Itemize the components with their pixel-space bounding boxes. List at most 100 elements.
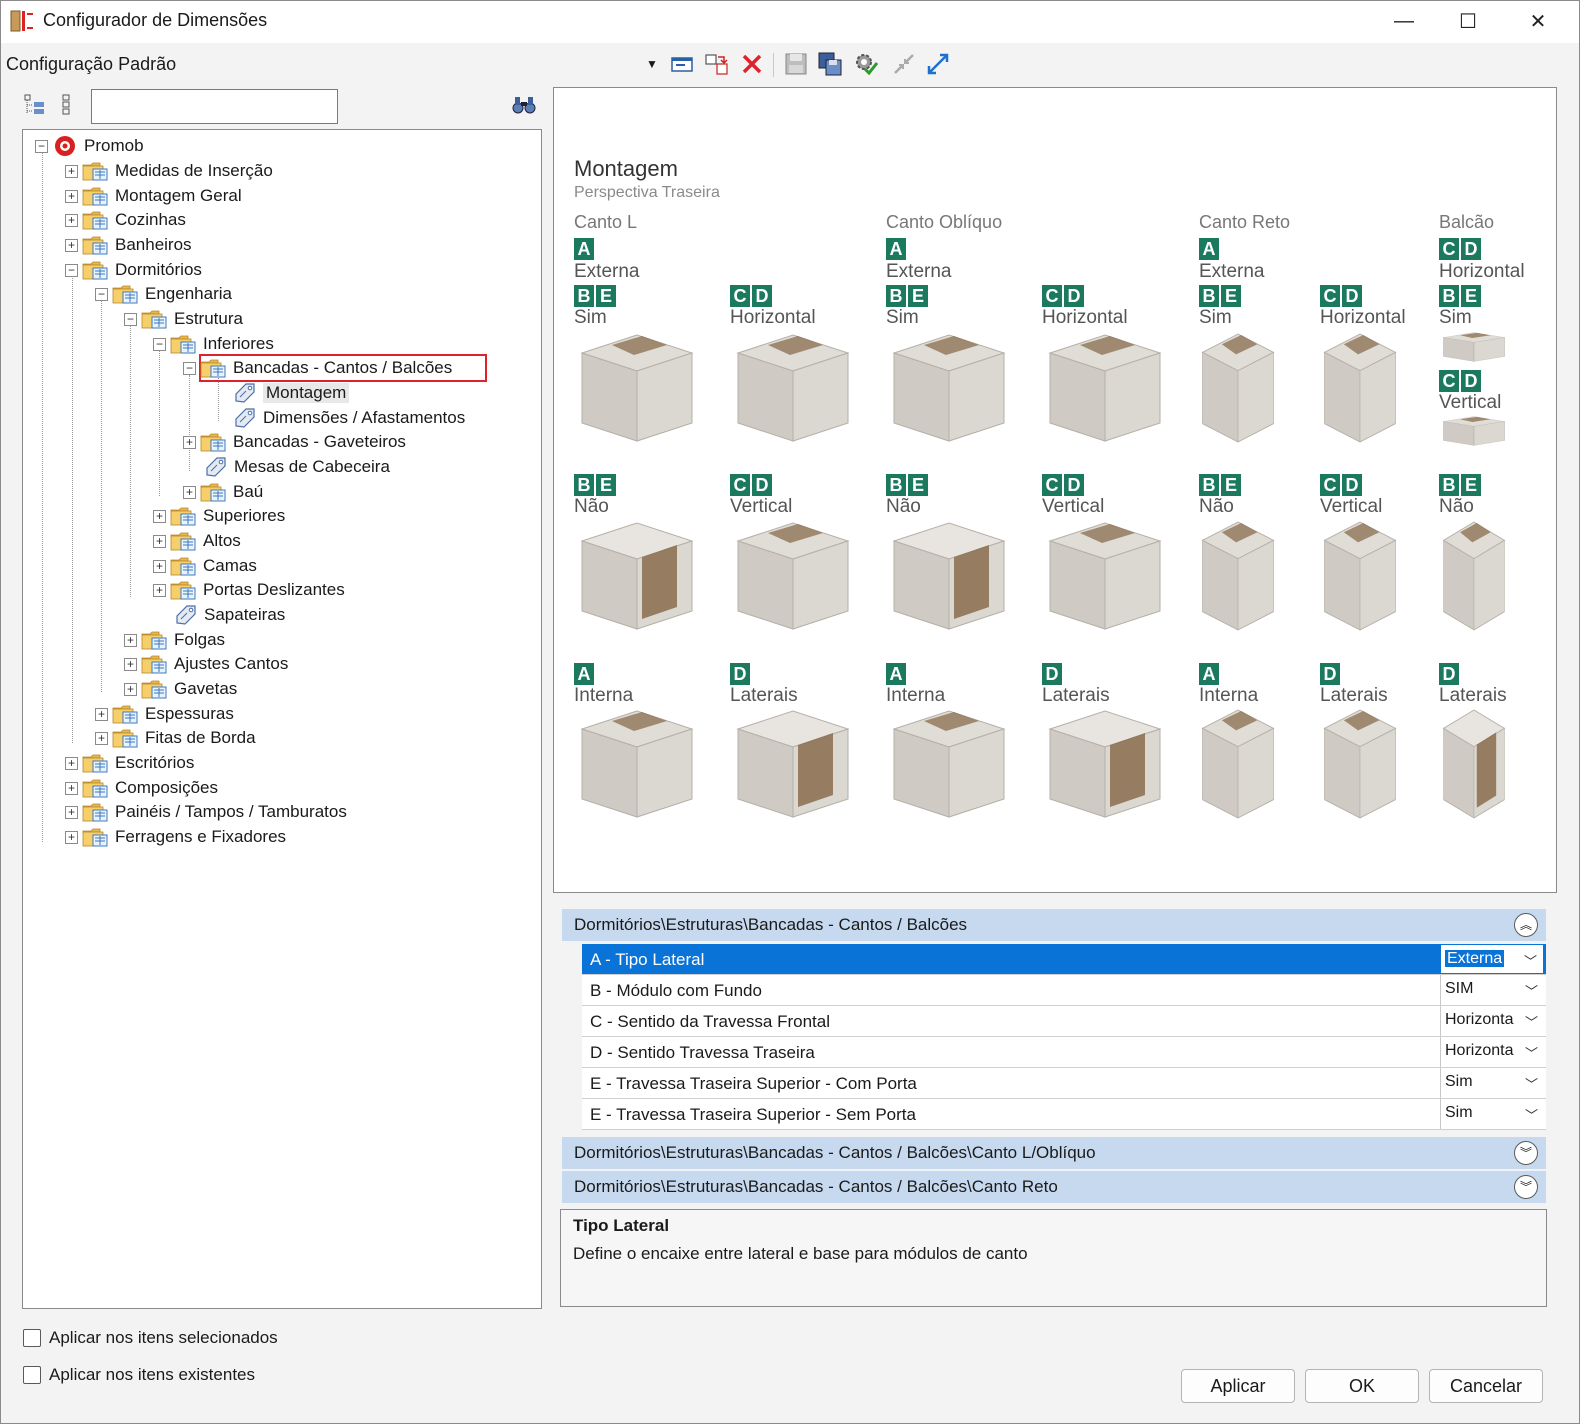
tree-item-dimensoes-afastamentos[interactable]: Dimensões / Afastamentos bbox=[233, 406, 465, 430]
delete-icon[interactable] bbox=[739, 51, 765, 77]
chevron-down-icon[interactable]: ﹀ bbox=[1525, 1105, 1538, 1124]
close-button[interactable]: ✕ bbox=[1503, 1, 1573, 41]
collapse-toggle[interactable]: − bbox=[153, 337, 166, 351]
property-value-dropdown[interactable]: Horizonta ﹀ bbox=[1440, 1006, 1544, 1036]
chevron-down-icon[interactable]: ▼ bbox=[646, 57, 658, 71]
tree-item-inferiores[interactable]: − Inferiores bbox=[153, 332, 274, 356]
apply-existing-checkbox[interactable]: Aplicar nos itens existentes bbox=[23, 1365, 255, 1385]
expand-toggle[interactable]: + bbox=[65, 213, 78, 227]
window-icon[interactable] bbox=[669, 51, 695, 77]
expand-toggle[interactable]: + bbox=[153, 509, 166, 523]
property-group-header[interactable]: Dormitórios\Estruturas\Bancadas - Cantos… bbox=[562, 1171, 1546, 1203]
tree-item-fitas-borda[interactable]: + Fitas de Borda bbox=[95, 726, 256, 750]
tree-item-espessuras[interactable]: + Espessuras bbox=[95, 702, 234, 726]
expand-toggle[interactable]: + bbox=[65, 830, 78, 844]
expand-down-icon[interactable]: ︾ bbox=[1514, 1175, 1538, 1199]
tree-item-folgas[interactable]: + Folgas bbox=[124, 628, 225, 652]
expand-toggle[interactable]: + bbox=[124, 682, 137, 696]
configuration-select[interactable]: Configuração Padrão bbox=[6, 54, 176, 75]
collapse-toggle[interactable]: − bbox=[35, 139, 48, 153]
expand-toggle[interactable]: + bbox=[65, 164, 78, 178]
expand-toggle[interactable]: + bbox=[65, 805, 78, 819]
expand-toggle[interactable]: + bbox=[65, 756, 78, 770]
expand-toggle[interactable]: + bbox=[65, 781, 78, 795]
tree-item-ferragens[interactable]: + Ferragens e Fixadores bbox=[65, 825, 286, 849]
expand-toggle[interactable]: + bbox=[183, 435, 196, 449]
save-icon[interactable] bbox=[783, 51, 809, 77]
chevron-down-icon[interactable]: ﹀ bbox=[1525, 1074, 1538, 1093]
ok-button[interactable]: OK bbox=[1305, 1369, 1419, 1403]
tree-expand-icon[interactable] bbox=[23, 93, 47, 117]
expand-toggle[interactable]: + bbox=[153, 534, 166, 548]
property-row[interactable]: E - Travessa Traseira Superior - Sem Por… bbox=[582, 1099, 1546, 1130]
tree-item-composicoes[interactable]: + Composições bbox=[65, 776, 218, 800]
tree-search-input[interactable] bbox=[91, 89, 338, 124]
apply-button[interactable]: Aplicar bbox=[1181, 1369, 1295, 1403]
chevron-down-icon[interactable]: ﹀ bbox=[1525, 1043, 1538, 1062]
tree-item-ajustes-cantos[interactable]: + Ajustes Cantos bbox=[124, 652, 288, 676]
property-value-dropdown[interactable]: Sim ﹀ bbox=[1440, 1068, 1544, 1098]
apply-selected-checkbox[interactable]: Aplicar nos itens selecionados bbox=[23, 1328, 278, 1348]
tree-item-banheiros[interactable]: + Banheiros bbox=[65, 233, 192, 257]
property-row[interactable]: C - Sentido da Travessa Frontal Horizont… bbox=[582, 1006, 1546, 1037]
tree-item-dormitorios[interactable]: − Dormitórios bbox=[65, 258, 202, 282]
checkbox-box[interactable] bbox=[23, 1329, 41, 1347]
tree-item-medidas-insercao[interactable]: + Medidas de Inserção bbox=[65, 159, 273, 183]
cancel-button[interactable]: Cancelar bbox=[1429, 1369, 1543, 1403]
property-row[interactable]: D - Sentido Travessa Traseira Horizonta … bbox=[582, 1037, 1546, 1068]
property-group-header[interactable]: Dormitórios\Estruturas\Bancadas - Cantos… bbox=[562, 909, 1546, 941]
tree-item-paineis[interactable]: + Painéis / Tampos / Tamburatos bbox=[65, 800, 347, 824]
chevron-down-icon[interactable]: ﹀ bbox=[1524, 951, 1537, 970]
property-value-dropdown[interactable]: Externa ﹀ bbox=[1440, 944, 1544, 974]
expand-toggle[interactable]: + bbox=[95, 731, 108, 745]
property-row[interactable]: E - Travessa Traseira Superior - Com Por… bbox=[582, 1068, 1546, 1099]
collapse-toggle[interactable]: − bbox=[95, 287, 108, 301]
collapse-up-icon[interactable]: ︽ bbox=[1514, 913, 1538, 937]
expand-down-icon[interactable]: ︾ bbox=[1514, 1141, 1538, 1165]
tree-item-bancadas-cantos-balcoes[interactable]: − Bancadas - Cantos / Balcões bbox=[183, 356, 452, 380]
property-value-dropdown[interactable]: SIM ﹀ bbox=[1440, 975, 1544, 1005]
property-row[interactable]: B - Módulo com Fundo SIM ﹀ bbox=[582, 975, 1546, 1006]
tree-item-portas-deslizantes[interactable]: + Portas Deslizantes bbox=[153, 578, 345, 602]
tree-item-estrutura[interactable]: − Estrutura bbox=[124, 307, 243, 331]
tree-item-sapateiras[interactable]: Sapateiras bbox=[174, 603, 285, 627]
property-value-dropdown[interactable]: Horizonta ﹀ bbox=[1440, 1037, 1544, 1067]
tree-item-camas[interactable]: + Camas bbox=[153, 554, 257, 578]
property-row[interactable]: A - Tipo Lateral Externa ﹀ bbox=[582, 944, 1546, 975]
expand-toggle[interactable]: + bbox=[183, 485, 196, 499]
tree-item-montagem[interactable]: Montagem bbox=[233, 381, 350, 405]
tree-collapse-icon[interactable] bbox=[57, 93, 81, 117]
tree-item-bancadas-gaveteiros[interactable]: + Bancadas - Gaveteiros bbox=[183, 430, 406, 454]
expand-toggle[interactable]: + bbox=[65, 189, 78, 203]
collapse-toggle[interactable]: − bbox=[124, 312, 137, 326]
collapse-arrows-icon[interactable] bbox=[891, 51, 917, 77]
minimize-button[interactable]: — bbox=[1369, 1, 1439, 41]
replace-icon[interactable] bbox=[704, 51, 730, 77]
expand-toggle[interactable]: + bbox=[65, 238, 78, 252]
tree-item-escritorios[interactable]: + Escritórios bbox=[65, 751, 194, 775]
tree-item-promob[interactable]: − Promob bbox=[35, 134, 144, 158]
chevron-down-icon[interactable]: ﹀ bbox=[1525, 1012, 1538, 1031]
chevron-down-icon[interactable]: ﹀ bbox=[1525, 981, 1538, 1000]
tree-item-altos[interactable]: + Altos bbox=[153, 529, 241, 553]
tree-item-montagem-geral[interactable]: + Montagem Geral bbox=[65, 184, 242, 208]
binoculars-icon[interactable] bbox=[511, 93, 537, 117]
collapse-toggle[interactable]: − bbox=[183, 361, 196, 375]
expand-toggle[interactable]: + bbox=[153, 559, 166, 573]
tree-item-cozinhas[interactable]: + Cozinhas bbox=[65, 208, 186, 232]
tree-item-superiores[interactable]: + Superiores bbox=[153, 504, 285, 528]
maximize-button[interactable]: ☐ bbox=[1433, 1, 1503, 41]
tree-item-engenharia[interactable]: − Engenharia bbox=[95, 282, 232, 306]
tree-item-mesas-cabeceira[interactable]: Mesas de Cabeceira bbox=[204, 455, 390, 479]
checkbox-box[interactable] bbox=[23, 1366, 41, 1384]
property-group-header[interactable]: Dormitórios\Estruturas\Bancadas - Cantos… bbox=[562, 1137, 1546, 1169]
tree-view[interactable]: − Promob + Medidas de Inserção + Montage… bbox=[22, 129, 542, 1309]
expand-arrows-icon[interactable] bbox=[925, 51, 951, 77]
tree-item-gavetas[interactable]: + Gavetas bbox=[124, 677, 237, 701]
settings-check-icon[interactable] bbox=[853, 51, 879, 77]
tree-item-bau[interactable]: + Baú bbox=[183, 480, 263, 504]
expand-toggle[interactable]: + bbox=[124, 657, 137, 671]
expand-toggle[interactable]: + bbox=[153, 583, 166, 597]
save-all-icon[interactable] bbox=[817, 51, 843, 77]
collapse-toggle[interactable]: − bbox=[65, 263, 78, 277]
